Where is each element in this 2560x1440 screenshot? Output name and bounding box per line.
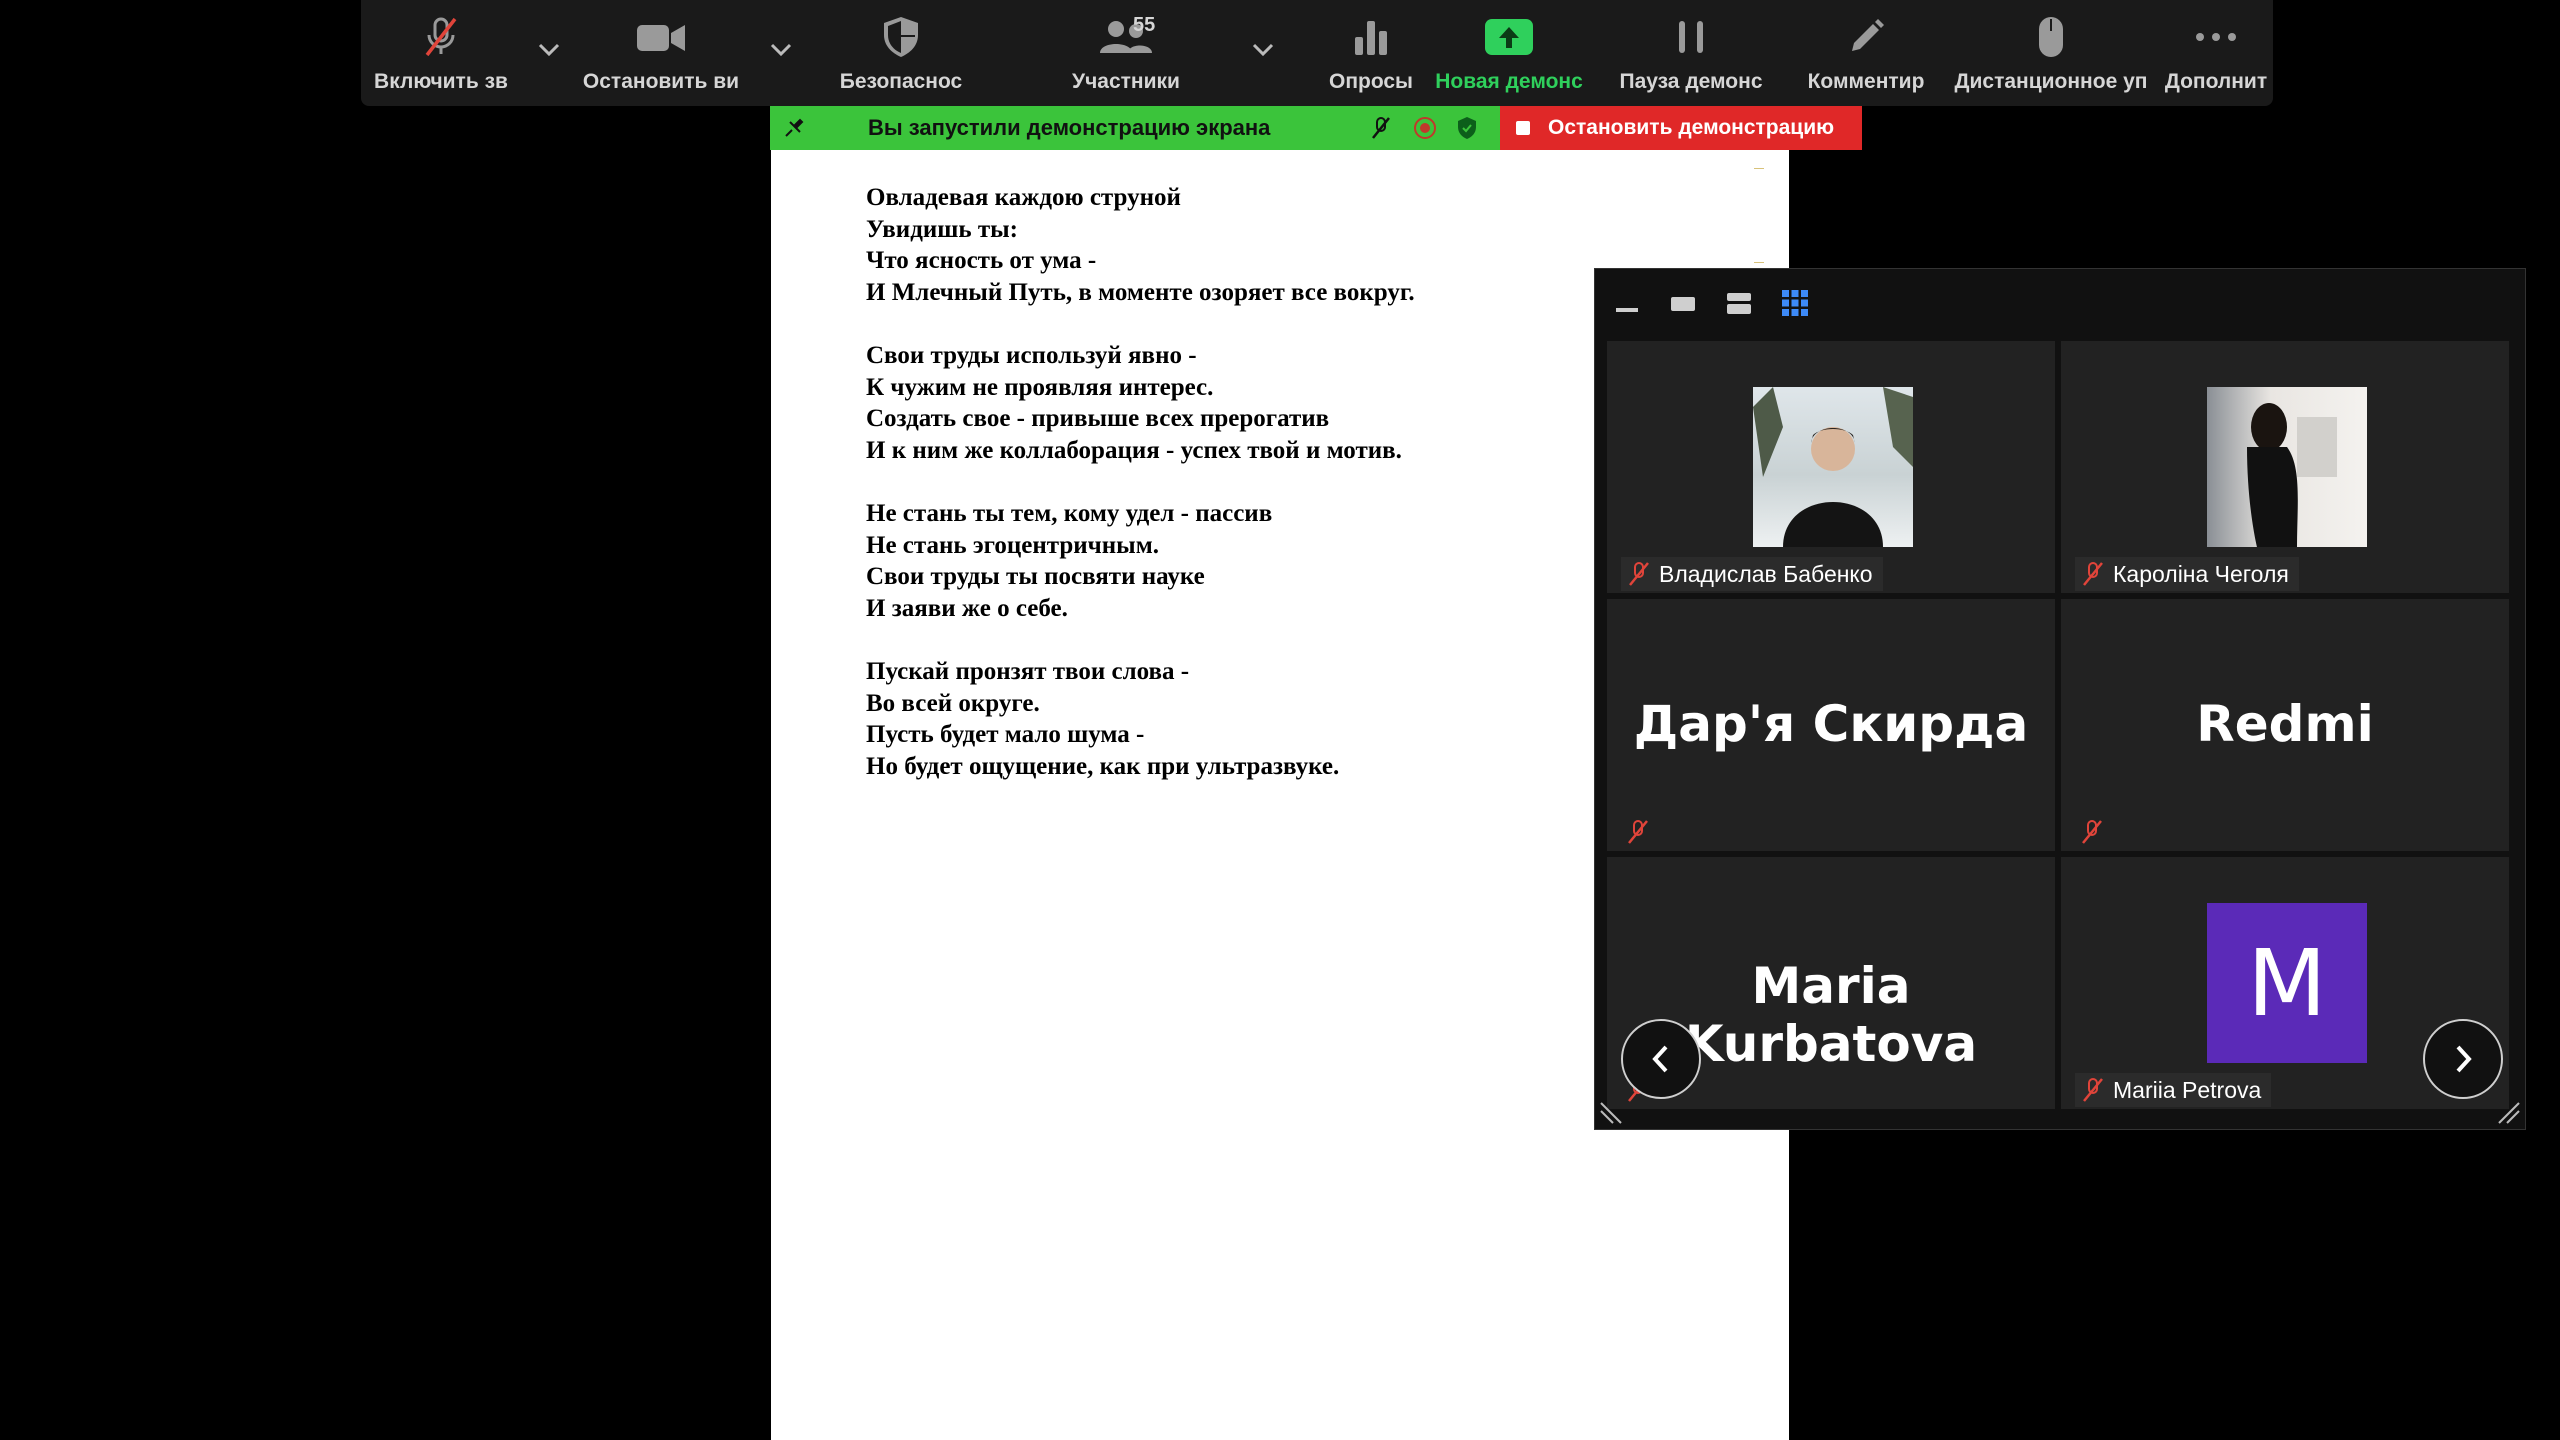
participant-name-tag: Владислав Бабенко (1621, 557, 1883, 591)
share-pin-icon[interactable] (782, 116, 806, 145)
single-video-icon (1671, 297, 1695, 311)
speaker-view-button[interactable] (1661, 281, 1705, 325)
mic-muted-icon (1629, 562, 1649, 586)
participant-tile[interactable]: Владислав Бабенко (1607, 341, 2055, 593)
video-gallery-panel: Владислав Бабенко Кароліна Чеголя Дар'я … (1594, 268, 2526, 1130)
mic-muted-icon (2083, 562, 2103, 586)
stop-video-button[interactable]: Остановить ви (571, 0, 751, 106)
participant-name: Владислав Бабенко (1659, 560, 1873, 587)
page-corner-mark (1754, 168, 1764, 169)
video-options-chevron[interactable] (761, 30, 801, 70)
mouse-icon (2036, 14, 2066, 60)
previous-page-button[interactable] (1621, 1019, 1701, 1099)
annotate-label: Комментир (1807, 70, 1925, 93)
participant-display-name: Дар'я Скирда (1633, 695, 2029, 753)
bar-chart-icon (1351, 14, 1391, 60)
avatar: M (2207, 903, 2367, 1063)
shield-icon[interactable] (1456, 116, 1478, 145)
record-icon[interactable] (1413, 116, 1437, 145)
audio-label: Включить зв (374, 70, 508, 93)
chevron-left-icon (1652, 1045, 1668, 1073)
security-label: Безопаснос (839, 70, 963, 93)
strip-view-icon (1727, 293, 1751, 314)
strip-view-button[interactable] (1717, 281, 1761, 325)
participant-display-name: Redmi (2196, 695, 2374, 753)
participants-button[interactable]: Участники (1011, 0, 1241, 106)
more-button[interactable]: Дополнит (2161, 0, 2271, 106)
poem-line: Овладевая каждою струной (866, 184, 1181, 211)
share-screen-up-icon (1484, 14, 1534, 60)
remote-control-label: Дистанционное уп (1954, 70, 2148, 93)
next-page-button[interactable] (2423, 1019, 2503, 1099)
participants-count: 55 (1133, 14, 1156, 36)
share-status-text: Вы запустили демонстрацию экрана (868, 115, 1271, 140)
security-button[interactable]: Безопаснос (801, 0, 1001, 106)
ellipsis-icon (2194, 14, 2238, 60)
mic-muted-icon (2075, 815, 2109, 849)
meeting-toolbar: Включить зв Остановить ви Безопаснос Уча… (361, 0, 2273, 106)
resize-handle-right[interactable] (2495, 1099, 2521, 1125)
new-share-label: Новая демонс (1435, 70, 1583, 93)
chevron-down-icon (770, 43, 792, 57)
shield-icon (881, 14, 921, 60)
screen-share-status-bar: Вы запустили демонстрацию экрана (770, 106, 1500, 150)
gallery-header (1595, 269, 2525, 339)
participant-name: Кароліна Чеголя (2113, 560, 2289, 587)
stop-square-icon (1516, 121, 1530, 135)
participants-options-chevron[interactable] (1243, 30, 1283, 70)
participant-photo (1753, 387, 1913, 547)
stop-share-button[interactable]: Остановить демонстрацию (1500, 106, 1862, 150)
participant-photo (2207, 387, 2367, 547)
minimize-view-button[interactable] (1605, 281, 1649, 325)
chevron-right-icon (2456, 1045, 2472, 1073)
remote-control-button[interactable]: Дистанционное уп (1916, 0, 2186, 106)
participant-tile[interactable]: Дар'я Скирда (1607, 599, 2055, 851)
stop-share-label: Остановить демонстрацию (1548, 116, 1835, 139)
pause-share-label: Пауза демонс (1619, 70, 1763, 93)
participant-name: Mariia Petrova (2113, 1076, 2262, 1103)
participant-tile[interactable]: Redmi (2061, 599, 2509, 851)
pause-icon (1674, 14, 1708, 60)
unmute-audio-button[interactable]: Включить зв (361, 0, 521, 106)
mic-muted-icon[interactable] (1370, 116, 1392, 145)
camera-icon (635, 14, 687, 60)
resize-handle-left[interactable] (1599, 1099, 1625, 1125)
minimize-icon (1616, 308, 1638, 312)
video-label: Остановить ви (582, 70, 740, 93)
mic-muted-icon (2083, 1078, 2103, 1102)
more-label: Дополнит (2164, 70, 2268, 93)
chevron-down-icon (538, 43, 560, 57)
new-share-button[interactable]: Новая демонс (1409, 0, 1609, 106)
gallery-view-button[interactable] (1773, 281, 1817, 325)
pause-share-button[interactable]: Пауза демонс (1591, 0, 1791, 106)
participant-name-tag: Mariia Petrova (2075, 1073, 2272, 1107)
participant-tile[interactable]: Кароліна Чеголя (2061, 341, 2509, 593)
mic-muted-icon (1621, 815, 1655, 849)
pen-icon (1846, 14, 1886, 60)
participant-name-tag: Кароліна Чеголя (2075, 557, 2299, 591)
poem-line: Увидишь ты: (866, 215, 1018, 243)
polls-label: Опросы (1328, 70, 1413, 93)
grid-view-icon (1782, 290, 1808, 316)
mic-muted-icon (418, 14, 464, 60)
audio-options-chevron[interactable] (529, 30, 569, 70)
participants-label: Участники (1072, 70, 1180, 93)
chevron-down-icon (1252, 43, 1274, 57)
